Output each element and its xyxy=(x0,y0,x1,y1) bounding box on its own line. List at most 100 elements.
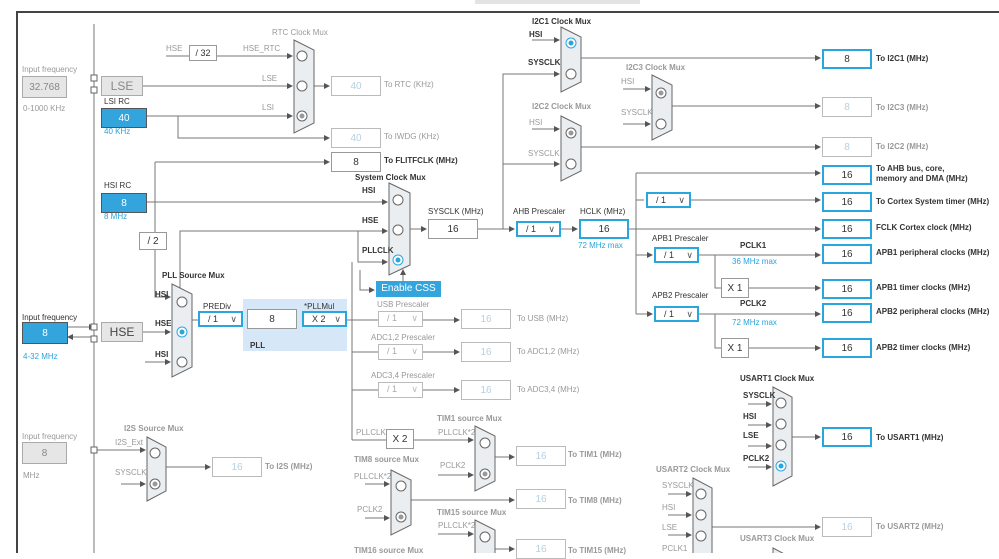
tim15-mux-title: TIM15 source Mux xyxy=(437,508,507,517)
usart1-in4[interactable]: PCLK2 xyxy=(743,454,769,463)
adc12-prescaler-label: ADC1,2 Prescaler xyxy=(371,333,436,342)
sysclk-label: SYSCLK (MHz) xyxy=(428,207,484,216)
i2s-input-unit: MHz xyxy=(23,471,40,480)
apb1-prescaler-label: APB1 Prescaler xyxy=(652,234,709,243)
i2c2-output: 8 xyxy=(822,137,872,157)
tim15-in1: PLLCLK*2 xyxy=(438,521,476,530)
tim1-in2: PCLK2 xyxy=(440,461,466,470)
tim1-in1: PLLCLK*2 xyxy=(438,428,476,437)
i2c3-output-label: To I2C3 (MHz) xyxy=(876,103,929,112)
pll-source-mux-title: PLL Source Mux xyxy=(162,271,225,280)
usart1-in3[interactable]: LSE xyxy=(743,431,759,440)
hsi-value: 8 xyxy=(101,193,147,213)
clock-tree-wiring xyxy=(16,0,999,553)
pllmul-dropdown[interactable]: X 2 xyxy=(302,311,347,327)
apb2-timer-output[interactable]: 16 xyxy=(822,338,872,358)
i2c2-mux xyxy=(560,115,582,182)
usart2-mux-title: USART2 Clock Mux xyxy=(656,465,731,474)
adc12-prescaler-dropdown[interactable]: / 1 xyxy=(378,344,423,360)
pll-hsi-label[interactable]: HSI xyxy=(155,290,168,299)
usart1-in1[interactable]: SYSCLK xyxy=(743,391,775,400)
ahb-prescaler-label: AHB Prescaler xyxy=(513,207,566,216)
sys-hsi-label[interactable]: HSI xyxy=(362,186,375,195)
tim8-output-label: To TIM8 (MHz) xyxy=(568,496,622,505)
i2s-output-label: To I2S (MHz) xyxy=(265,462,313,471)
pclk1-label: PCLK1 xyxy=(740,241,767,250)
enable-css-button[interactable]: Enable CSS xyxy=(376,281,441,297)
lse-input-label: Input frequency xyxy=(22,65,78,74)
rtc-hse-rtc-label: HSE_RTC xyxy=(243,44,281,53)
cortex-prescaler-dropdown[interactable]: / 1 xyxy=(646,192,691,208)
hsi-freq: 8 MHz xyxy=(104,212,128,221)
apb1-prescaler-dropdown[interactable]: / 1 xyxy=(654,247,699,263)
apb2-prescaler-dropdown[interactable]: / 1 xyxy=(654,306,699,322)
hclk-max: 72 MHz max xyxy=(578,241,623,250)
apb1-timer-x1: X 1 xyxy=(721,278,749,298)
pllclk-x2: X 2 xyxy=(386,429,414,449)
flitfclk-output: 8 xyxy=(331,152,381,172)
tim1-mux xyxy=(474,425,496,492)
tim16-mux-title: TIM16 source Mux xyxy=(354,546,424,555)
iwdg-output: 40 xyxy=(331,128,381,148)
lse-input-field[interactable]: 32.768 xyxy=(22,76,67,98)
i2c1-hsi[interactable]: HSI xyxy=(529,30,542,39)
pclk1-max: 36 MHz max xyxy=(732,257,777,266)
usb-prescaler-dropdown[interactable]: / 1 xyxy=(378,311,423,327)
apb1-periph-output[interactable]: 16 xyxy=(822,244,872,264)
fclk-output[interactable]: 16 xyxy=(822,219,872,239)
hse-div32: / 32 xyxy=(189,45,217,61)
rtc-output: 40 xyxy=(331,76,381,96)
rtc-mux-title: RTC Clock Mux xyxy=(272,28,328,37)
i2c2-sysclk: SYSCLK xyxy=(528,149,560,158)
lse-block: LSE xyxy=(101,76,143,96)
pll-title: PLL xyxy=(250,341,266,350)
sys-pllclk-label[interactable]: PLLCLK xyxy=(362,246,394,255)
sysclk-field[interactable]: 16 xyxy=(428,219,478,239)
adc12-output-label: To ADC1,2 (MHz) xyxy=(517,347,580,356)
cortex-timer-output[interactable]: 16 xyxy=(822,192,872,212)
i2c1-output-label: To I2C1 (MHz) xyxy=(876,54,929,63)
tim8-output: 16 xyxy=(516,489,566,509)
hclk-field[interactable]: 16 xyxy=(579,219,629,239)
i2s-in1: I2S_Ext xyxy=(115,438,144,447)
sys-hse-label[interactable]: HSE xyxy=(362,216,378,225)
pll-hsi2-label[interactable]: HSI xyxy=(155,350,168,359)
pll-hse-label[interactable]: HSE xyxy=(155,319,171,328)
apb1-timer-output[interactable]: 16 xyxy=(822,279,872,299)
tim8-mux xyxy=(390,469,412,536)
i2c1-sysclk[interactable]: SYSCLK xyxy=(528,58,560,67)
i2c3-mux xyxy=(651,74,673,141)
ahb-prescaler-dropdown[interactable]: / 1 xyxy=(516,221,561,237)
i2c1-mux xyxy=(560,26,582,93)
hse-input-field[interactable]: 8 xyxy=(22,322,68,344)
hsi-div2: / 2 xyxy=(139,232,167,250)
prediv-dropdown[interactable]: / 1 xyxy=(198,311,243,327)
apb1-timer-label: APB1 timer clocks (MHz) xyxy=(876,283,971,292)
i2c3-sysclk: SYSCLK xyxy=(621,108,653,117)
i2s-mux-title: I2S Source Mux xyxy=(124,424,184,433)
usart2-in3: LSE xyxy=(662,523,678,532)
ahb-output[interactable]: 16 xyxy=(822,165,872,185)
apb2-periph-output[interactable]: 16 xyxy=(822,303,872,323)
usb-output-label: To USB (MHz) xyxy=(517,314,569,323)
apb2-prescaler-label: APB2 Prescaler xyxy=(652,291,709,300)
ahb-output-label-1: To AHB bus, core, xyxy=(876,164,945,173)
i2s-input-field[interactable]: 8 xyxy=(22,442,67,464)
adc34-prescaler-label: ADC3,4 Prescaler xyxy=(371,371,436,380)
usart1-in2[interactable]: HSI xyxy=(743,412,756,421)
lsi-title: LSI RC xyxy=(104,97,130,106)
usart1-output[interactable]: 16 xyxy=(822,427,872,447)
usart2-in2: HSI xyxy=(662,503,676,512)
adc34-prescaler-dropdown[interactable]: / 1 xyxy=(378,382,423,398)
usart3-mux-title: USART3 Clock Mux xyxy=(740,534,815,543)
lsi-value: 40 xyxy=(101,108,147,128)
usart1-output-label: To USART1 (MHz) xyxy=(876,433,944,442)
prediv-label: PREDiv xyxy=(203,302,232,311)
i2c1-output[interactable]: 8 xyxy=(822,49,872,69)
apb2-timer-label: APB2 timer clocks (MHz) xyxy=(876,343,971,352)
adc34-output: 16 xyxy=(461,380,511,400)
i2s-source-mux xyxy=(146,436,167,502)
cortex-timer-label: To Cortex System timer (MHz) xyxy=(876,197,990,206)
hclk-label: HCLK (MHz) xyxy=(580,207,626,216)
rtc-hse-label: HSE xyxy=(166,44,183,53)
